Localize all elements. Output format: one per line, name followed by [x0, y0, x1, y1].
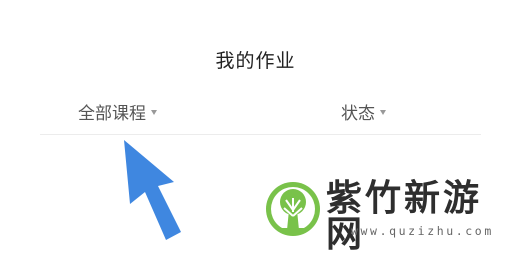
status-filter-dropdown[interactable]: 状态 — [341, 99, 386, 124]
caret-down-icon — [380, 110, 386, 115]
tree-logo-icon — [266, 182, 320, 236]
page-title: 我的作业 — [215, 50, 296, 72]
watermark-url: www.quzizhu.com — [351, 224, 494, 238]
filter-divider — [40, 134, 481, 135]
course-filter-dropdown[interactable]: 全部课程 — [78, 99, 157, 124]
pointer-arrow-icon — [124, 140, 181, 240]
watermark: 紫竹新游网 www.quzizhu.com — [262, 178, 511, 253]
filter-bar: 全部课程 状态 — [40, 96, 471, 134]
status-filter-label: 状态 — [341, 104, 375, 124]
watermark-name: 紫竹新游网 — [326, 178, 483, 255]
caret-down-icon — [151, 110, 157, 115]
course-filter-label: 全部课程 — [78, 104, 146, 124]
